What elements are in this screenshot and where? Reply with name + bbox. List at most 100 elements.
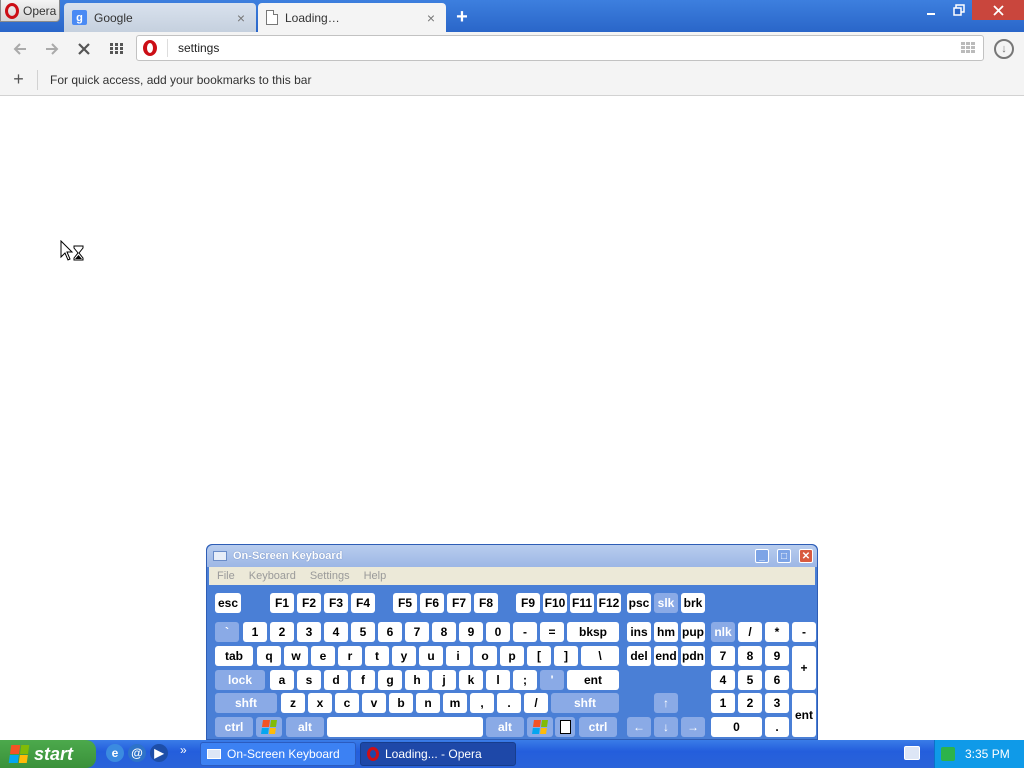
key-q[interactable]: q (257, 646, 281, 666)
osk-menu-keyboard[interactable]: Keyboard (249, 570, 296, 582)
key-f5[interactable]: F5 (393, 593, 417, 613)
quick-launch-expand[interactable]: » (180, 743, 187, 757)
key-lalt[interactable]: alt (286, 717, 324, 737)
key-slk[interactable]: slk (654, 593, 678, 613)
win-left-key[interactable] (256, 717, 282, 737)
key-pdn[interactable]: pdn (681, 646, 705, 666)
key-o[interactable]: o (473, 646, 497, 666)
key-semi[interactable]: ; (513, 670, 537, 690)
key-end[interactable]: end (654, 646, 678, 666)
taskbar-item-opera[interactable]: Loading... - Opera (360, 742, 516, 766)
key-np7[interactable]: 7 (711, 646, 735, 666)
taskbar-item-osk[interactable]: On-Screen Keyboard (200, 742, 356, 766)
key-rbr[interactable]: ] (554, 646, 578, 666)
key-v[interactable]: v (362, 693, 386, 713)
add-bookmark-button[interactable]: + (0, 70, 38, 90)
key-pup[interactable]: pup (681, 622, 705, 642)
key-lbr[interactable]: [ (527, 646, 551, 666)
key-k[interactable]: k (459, 670, 483, 690)
key-esc[interactable]: esc (215, 593, 241, 613)
key-n0[interactable]: 0 (486, 622, 510, 642)
key-slash[interactable]: / (524, 693, 548, 713)
key-space[interactable] (327, 717, 483, 737)
key-tab[interactable]: tab (215, 646, 253, 666)
forward-arrow-icon[interactable] (36, 35, 68, 63)
key-c[interactable]: c (335, 693, 359, 713)
key-f7[interactable]: F7 (447, 593, 471, 613)
key-n6[interactable]: 6 (378, 622, 402, 642)
key-np2[interactable]: 2 (738, 693, 762, 713)
key-np0[interactable]: 0 (711, 717, 762, 737)
key-y[interactable]: y (392, 646, 416, 666)
key-quote[interactable]: ' (540, 670, 564, 690)
key-f12[interactable]: F12 (597, 593, 621, 613)
key-np9[interactable]: 9 (765, 646, 789, 666)
key-n2[interactable]: 2 (270, 622, 294, 642)
key-np8[interactable]: 8 (738, 646, 762, 666)
internet-explorer-icon[interactable]: e (106, 744, 124, 762)
key-left[interactable]: ← (627, 717, 651, 737)
key-lshft[interactable]: shft (215, 693, 277, 713)
key-np4[interactable]: 4 (711, 670, 735, 690)
media-player-icon[interactable]: ▶ (150, 744, 168, 762)
key-hm[interactable]: hm (654, 622, 678, 642)
win-right-key[interactable] (527, 717, 553, 737)
key-brk[interactable]: brk (681, 593, 705, 613)
osk-minimize-icon[interactable]: _ (755, 549, 769, 563)
opera-menu-button[interactable]: Opera (0, 0, 60, 22)
key-n3[interactable]: 3 (297, 622, 321, 642)
key-f[interactable]: f (351, 670, 375, 690)
key-f2[interactable]: F2 (297, 593, 321, 613)
key-f11[interactable]: F11 (570, 593, 594, 613)
key-e[interactable]: e (311, 646, 335, 666)
language-bar-icon[interactable] (904, 746, 920, 760)
key-np5[interactable]: 5 (738, 670, 762, 690)
key-n8[interactable]: 8 (432, 622, 456, 642)
key-np6[interactable]: 6 (765, 670, 789, 690)
download-icon[interactable]: ↓ (994, 39, 1014, 59)
tab-google[interactable]: g Google × (64, 3, 256, 32)
key-f9[interactable]: F9 (516, 593, 540, 613)
key-x[interactable]: x (308, 693, 332, 713)
key-backtick[interactable]: ` (215, 622, 239, 642)
key-lock[interactable]: lock (215, 670, 265, 690)
key-rshft[interactable]: shft (551, 693, 619, 713)
key-n5[interactable]: 5 (351, 622, 375, 642)
key-n[interactable]: n (416, 693, 440, 713)
key-t[interactable]: t (365, 646, 389, 666)
key-np1[interactable]: 1 (711, 693, 735, 713)
key-a[interactable]: a (270, 670, 294, 690)
tab-loading[interactable]: Loading… × (258, 3, 446, 32)
key-r[interactable]: r (338, 646, 362, 666)
clock[interactable]: 3:35 PM (965, 747, 1010, 761)
key-f1[interactable]: F1 (270, 593, 294, 613)
key-right[interactable]: → (681, 717, 705, 737)
key-np-ent[interactable]: ent (792, 693, 816, 737)
key-lctrl[interactable]: ctrl (215, 717, 253, 737)
network-icon[interactable] (941, 747, 955, 761)
key-ent[interactable]: ent (567, 670, 619, 690)
address-grid-icon[interactable] (961, 42, 975, 54)
key-np-sub[interactable]: - (792, 622, 816, 642)
key-n9[interactable]: 9 (459, 622, 483, 642)
key-l[interactable]: l (486, 670, 510, 690)
key-down[interactable]: ↓ (654, 717, 678, 737)
osk-menu-help[interactable]: Help (364, 570, 387, 582)
key-f6[interactable]: F6 (420, 593, 444, 613)
key-f10[interactable]: F10 (543, 593, 567, 613)
key-d[interactable]: d (324, 670, 348, 690)
key-w[interactable]: w (284, 646, 308, 666)
key-up[interactable]: ↑ (654, 693, 678, 713)
key-psc[interactable]: psc (627, 593, 651, 613)
key-ralt[interactable]: alt (486, 717, 524, 737)
start-button[interactable]: start (0, 740, 96, 768)
key-minus[interactable]: - (513, 622, 537, 642)
osk-menu-settings[interactable]: Settings (310, 570, 350, 582)
key-s[interactable]: s (297, 670, 321, 690)
key-rctrl[interactable]: ctrl (579, 717, 617, 737)
key-nlk[interactable]: nlk (711, 622, 735, 642)
address-input[interactable]: settings (178, 41, 951, 55)
key-del[interactable]: del (627, 646, 651, 666)
key-j[interactable]: j (432, 670, 456, 690)
key-np-mul[interactable]: * (765, 622, 789, 642)
